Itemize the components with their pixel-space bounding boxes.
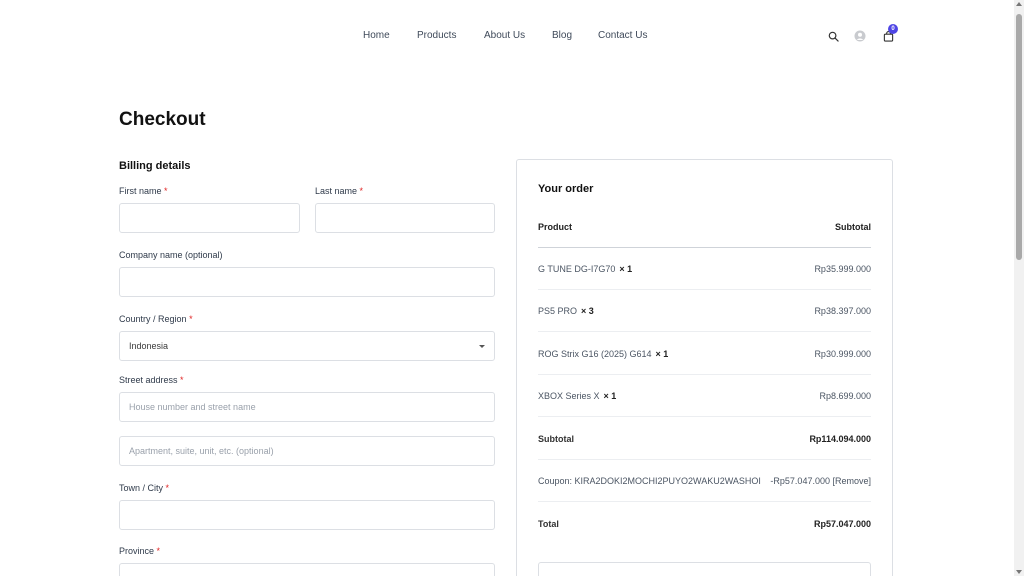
scrollbar-thumb[interactable] xyxy=(1016,14,1022,260)
order-total-row: Total Rp57.047.000 xyxy=(538,503,871,545)
subtotal-value: Rp114.094.000 xyxy=(809,433,871,444)
first-name-label: First name * xyxy=(119,186,168,196)
coupon-label: Coupon: KIRA2DOKI2MOCHI2PUYO2WAKU2WASHOI xyxy=(538,475,761,486)
order-item-name: PS5 PRO xyxy=(538,305,578,316)
scroll-up-arrow-icon[interactable] xyxy=(1016,2,1022,6)
last-name-label: Last name * xyxy=(315,186,364,196)
country-value: Indonesia xyxy=(129,341,169,351)
country-select[interactable]: Indonesia xyxy=(119,331,495,361)
chevron-down-icon xyxy=(479,345,485,348)
order-item-row: PS5 PRO × 3 Rp38.397.000 xyxy=(538,290,871,332)
order-item-qty: × 1 xyxy=(619,263,633,274)
order-item-price: Rp30.999.000 xyxy=(814,348,871,359)
last-name-input[interactable] xyxy=(315,203,495,233)
order-coupon-row: Coupon: KIRA2DOKI2MOCHI2PUYO2WAKU2WASHOI… xyxy=(538,460,871,502)
subtotal-label: Subtotal xyxy=(538,433,574,444)
country-label: Country / Region * xyxy=(119,314,193,324)
order-head-subtotal: Subtotal xyxy=(835,221,871,232)
order-item-price: Rp35.999.000 xyxy=(814,263,871,274)
payment-methods-box xyxy=(538,562,871,576)
page-title: Checkout xyxy=(119,109,206,130)
order-item-name: XBOX Series X xyxy=(538,390,600,401)
nav-blog-link[interactable]: Blog xyxy=(552,30,572,41)
search-icon[interactable] xyxy=(826,29,840,43)
order-head-product: Product xyxy=(538,221,573,232)
company-input[interactable] xyxy=(119,267,495,297)
street-placeholder: House number and street name xyxy=(129,402,256,412)
order-title: Your order xyxy=(538,183,594,195)
city-input[interactable] xyxy=(119,500,495,530)
order-item-name: ROG Strix G16 (2025) G614 xyxy=(538,348,652,359)
order-item-qty: × 1 xyxy=(655,348,669,359)
nav-home-link[interactable]: Home xyxy=(363,30,390,41)
order-item-row: XBOX Series X × 1 Rp8.699.000 xyxy=(538,375,871,417)
order-subtotal-row: Subtotal Rp114.094.000 xyxy=(538,418,871,460)
scroll-down-arrow-icon[interactable] xyxy=(1016,570,1022,574)
apartment-placeholder: Apartment, suite, unit, etc. (optional) xyxy=(129,446,274,456)
nav-about-link[interactable]: About Us xyxy=(484,30,525,41)
site-header: Home Products About Us Blog Contact Us 0 xyxy=(0,0,1014,70)
user-icon[interactable] xyxy=(853,29,867,43)
total-label: Total xyxy=(538,519,559,529)
coupon-value: -Rp57.047.000 xyxy=(770,475,830,486)
order-item-name: G TUNE DG-I7G70 xyxy=(538,263,616,274)
order-item-price: Rp8.699.000 xyxy=(819,390,871,401)
nav-contact-link[interactable]: Contact Us xyxy=(598,30,647,41)
first-name-input[interactable] xyxy=(119,203,300,233)
order-item-row: G TUNE DG-I7G70 × 1 Rp35.999.000 xyxy=(538,248,871,290)
order-item-qty: × 1 xyxy=(603,390,617,401)
company-label: Company name (optional) xyxy=(119,250,223,260)
city-label: Town / City * xyxy=(119,483,170,493)
order-table-header: Product Subtotal xyxy=(538,206,871,248)
remove-coupon-link[interactable]: [Remove] xyxy=(832,476,871,486)
billing-title: Billing details xyxy=(119,160,191,172)
street-input[interactable]: House number and street name xyxy=(119,392,495,422)
page-scrollbar[interactable] xyxy=(1014,0,1024,576)
order-item-qty: × 3 xyxy=(581,305,594,316)
province-select[interactable] xyxy=(119,563,495,576)
cart-icon[interactable]: 0 xyxy=(881,24,898,43)
order-item-row: ROG Strix G16 (2025) G614 × 1 Rp30.999.00… xyxy=(538,333,871,375)
apartment-input[interactable]: Apartment, suite, unit, etc. (optional) xyxy=(119,436,495,466)
order-item-price: Rp38.397.000 xyxy=(814,305,871,316)
province-label: Province * xyxy=(119,546,161,556)
total-value: Rp57.047.000 xyxy=(813,519,871,529)
nav-products-link[interactable]: Products xyxy=(417,30,456,41)
street-label: Street address * xyxy=(119,375,184,385)
cart-count-badge: 0 xyxy=(888,24,898,34)
